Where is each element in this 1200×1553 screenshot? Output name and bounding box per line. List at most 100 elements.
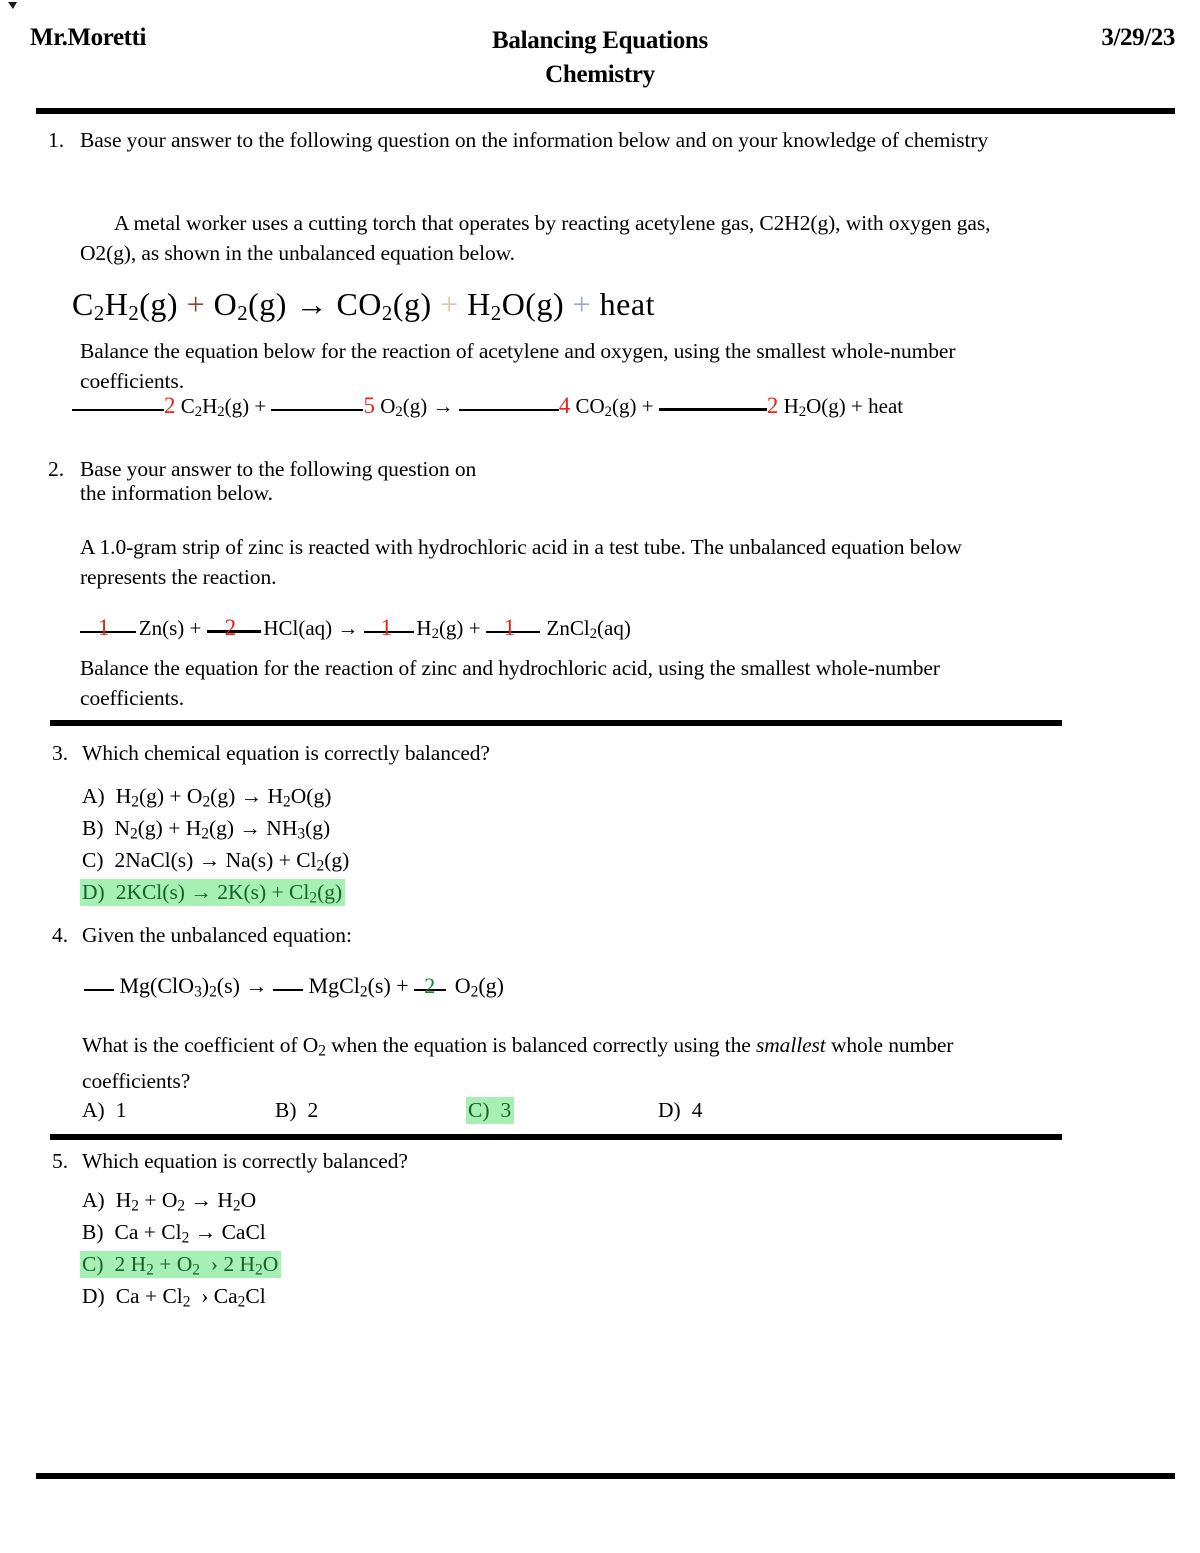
q2-arrow: →	[337, 616, 359, 640]
q1-formula-3: CO2(g)	[575, 394, 637, 421]
q5-choice-b-text: Ca + Cl2 → CaCl	[114, 1220, 266, 1247]
q1-operator-2: +	[641, 394, 654, 418]
q4-choice-b-label: B)	[275, 1098, 297, 1122]
worksheet-title: Balancing Equations Chemistry	[0, 24, 1200, 92]
question-4-prompt: Given the unbalanced equation:	[82, 923, 352, 947]
q1-trailing: + heat	[851, 394, 904, 418]
question-4-fill-equation: Mg(ClO3)2(s) → MgCl2(s) + 2 O2(g)	[84, 972, 504, 1006]
q2-formula-1: Zn(s)	[138, 616, 185, 640]
section-divider-rule-1	[50, 720, 1062, 726]
q1-answer-1: 2	[164, 393, 176, 418]
q4-choice-d-label: D)	[658, 1098, 681, 1122]
display-eq-product-2: H2O(g)	[467, 286, 565, 326]
q3-choice-d-label: D)	[82, 880, 105, 904]
question-1-number: 1.	[48, 128, 65, 152]
q1-blank-1[interactable]	[72, 409, 164, 411]
q2-answer-3: 1	[380, 615, 393, 640]
q4-choice-a-label: A)	[82, 1098, 105, 1122]
q3-choice-d-text: 2KCl(s) → 2K(s) + Cl2(g)	[115, 880, 343, 907]
question-4-number: 4.	[52, 923, 69, 947]
q1-answer-3: 4	[558, 393, 571, 418]
q1-operator-1: +	[254, 394, 267, 418]
display-eq-plus-3: +	[572, 286, 592, 322]
scan-artifact-mark	[8, 2, 17, 9]
q4-answer: 2	[424, 973, 436, 998]
display-eq-plus-1: +	[186, 286, 206, 322]
q4-reactant: Mg(ClO3)2(s)	[119, 973, 241, 1001]
q4-qtext-italic: smallest	[755, 1033, 826, 1057]
q1-arrow: →	[432, 394, 454, 418]
header-divider-rule	[36, 108, 1175, 114]
q4-qtext-mid: when the equation is balanced correctly …	[325, 1033, 756, 1057]
section-divider-rule-2	[50, 1134, 1062, 1140]
q2-operator-1: +	[189, 616, 202, 640]
q4-blank-2[interactable]	[273, 989, 304, 991]
q4-qtext-pre: What is the coefficient of O	[82, 1033, 319, 1057]
q4-choice-c-label: C)	[468, 1098, 490, 1122]
question-5-prompt: Which equation is correctly balanced?	[82, 1149, 408, 1173]
question-2-passage: A 1.0-gram strip of zinc is reacted with…	[80, 535, 962, 589]
question-3-number: 3.	[52, 741, 69, 765]
worksheet-title-line1: Balancing Equations	[492, 27, 708, 54]
display-eq-plus-2: +	[440, 286, 459, 322]
q1-formula-1: C2H2(g)	[180, 394, 250, 421]
q4-arrow: →	[245, 973, 268, 998]
question-1-display-equation: C2H2(g) + O2(g) → CO2(g) + H2O(g) + heat	[72, 285, 655, 333]
footer-divider-rule	[36, 1473, 1175, 1479]
q3-choice-a-label: A)	[82, 784, 105, 808]
q5-choice-d-label: D)	[82, 1284, 105, 1308]
question-1-instruction: Balance the equation below for the react…	[80, 339, 956, 393]
q1-answer-4: 2	[766, 393, 779, 418]
page-header: Mr.Moretti Balancing Equations Chemistry…	[0, 24, 1200, 96]
q4-choice-c-highlight: C) 3	[466, 1097, 515, 1124]
q1-blank-2[interactable]	[271, 409, 364, 411]
q4-qtext-sub: 2	[318, 1042, 326, 1060]
q1-answer-2: 5	[363, 393, 375, 418]
q5-choice-c-highlight: C) 2 H2 + O2 › 2 H2O	[80, 1251, 282, 1279]
q3-choice-c-text: 2NaCl(s) → Na(s) + Cl2(g)	[114, 848, 350, 875]
question-4-choice-c[interactable]: C) 3	[466, 1097, 515, 1124]
q5-choice-a-text: H2 + O2 → H2O	[115, 1188, 257, 1215]
question-2-fill-equation: 1 Zn(s) + 2 HCl(aq) → 1 H2(g) + 1 ZnCl2(…	[80, 614, 631, 648]
question-4-choice-a[interactable]: A) 1	[82, 1098, 126, 1123]
q4-choice-c-text: 3	[500, 1098, 512, 1122]
q4-operator: +	[396, 973, 409, 998]
question-5-choice-d[interactable]: D) Ca + Cl2 › Ca2Cl	[82, 1280, 266, 1318]
q1-blank-4[interactable]	[658, 408, 767, 411]
question-2-instruction: Balance the equation for the reaction of…	[80, 656, 940, 710]
question-3-prompt: Which chemical equation is correctly bal…	[82, 741, 490, 765]
q5-choice-c-text: 2 H2 + O2 › 2 H2O	[114, 1252, 279, 1279]
q1-formula-4: H2O(g)	[783, 394, 846, 421]
display-eq-reactant-2: O2(g)	[213, 286, 287, 326]
q4-choice-b-text: 2	[307, 1098, 319, 1122]
q5-choice-c-label: C)	[82, 1252, 104, 1276]
q3-choice-b-label: B)	[82, 816, 104, 840]
q1-formula-2: O2(g)	[380, 394, 428, 421]
question-4-choice-d[interactable]: D) 4	[658, 1098, 702, 1123]
question-2-number: 2.	[48, 457, 65, 481]
q2-formula-3: H2(g)	[416, 616, 464, 643]
question-1-passage: A metal worker uses a cutting torch that…	[80, 211, 991, 265]
q3-choice-a-text: H2(g) + O2(g) → H2O(g)	[115, 784, 332, 811]
q1-blank-3[interactable]	[458, 409, 559, 411]
q4-blank-1[interactable]	[84, 989, 114, 991]
question-4-choice-b[interactable]: B) 2	[275, 1098, 318, 1123]
q3-choice-b-text: N2(g) + H2(g) → NH3(g)	[114, 816, 331, 843]
worksheet-page: Mr.Moretti Balancing Equations Chemistry…	[0, 0, 1200, 1553]
question-2-stem-line2: the information below.	[80, 481, 273, 505]
q5-choice-a-label: A)	[82, 1188, 105, 1212]
question-4-question-text: What is the coefficient of O2 when the e…	[82, 1030, 1060, 1096]
q2-answer-1: 1	[98, 615, 110, 640]
display-eq-product-1: CO2(g)	[336, 286, 432, 326]
q2-operator-2: +	[468, 616, 481, 640]
q5-choice-d-text: Ca + Cl2 › Ca2Cl	[115, 1284, 266, 1311]
q2-formula-2: HCl(aq)	[263, 616, 333, 640]
q2-answer-4: 1	[503, 615, 516, 640]
question-5-number: 5.	[52, 1149, 69, 1173]
worksheet-subject: Chemistry	[545, 61, 655, 88]
question-1-fill-equation: 2 C2H2(g) + 5 O2(g) → 4 CO2(g) + 2 H2O(g…	[72, 392, 903, 426]
question-3-choice-d[interactable]: D) 2KCl(s) → 2K(s) + Cl2(g)	[80, 876, 346, 914]
q4-choice-a-text: 1	[115, 1098, 127, 1122]
question-1-stem: Base your answer to the following questi…	[80, 128, 989, 152]
worksheet-date: 3/29/23	[1101, 24, 1175, 51]
